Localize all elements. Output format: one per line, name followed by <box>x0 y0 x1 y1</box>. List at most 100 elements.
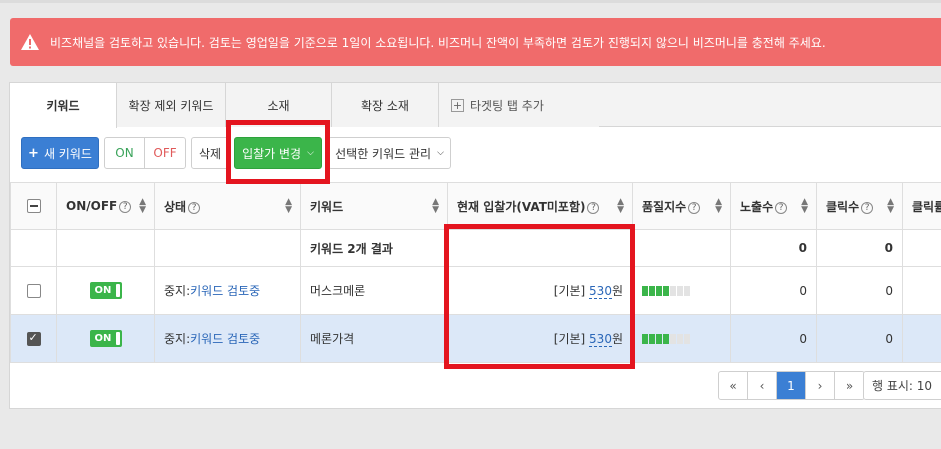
quality-segment <box>663 334 669 344</box>
sort-icon[interactable]: ▲ ▼ <box>887 198 894 215</box>
col-onoff[interactable]: ON/OFF? ▲ ▼ <box>56 182 155 230</box>
tab-keyword[interactable]: 키워드 <box>10 83 117 128</box>
prev-page-button[interactable]: ‹ <box>748 372 777 399</box>
rows-per-page-label: 행 표시: 10 <box>872 379 933 393</box>
review-alert-banner: 비즈채널을 검토하고 있습니다. 검토는 영업일을 기준으로 1일이 소요됩니다… <box>10 18 941 66</box>
new-keyword-button[interactable]: + 새 키워드 <box>21 137 99 169</box>
tab-extension-creative[interactable]: 확장 소재 <box>332 83 439 127</box>
help-icon[interactable]: ? <box>188 201 201 214</box>
current-page-button[interactable]: 1 <box>777 372 806 399</box>
first-page-button[interactable]: « <box>719 372 748 399</box>
quality-segment <box>656 286 662 296</box>
help-icon[interactable]: ? <box>119 201 132 213</box>
col-keyword[interactable]: 키워드 ▲ ▼ <box>300 182 448 230</box>
summary-empty-cell <box>632 229 731 267</box>
quality-segment <box>642 334 648 344</box>
status-prefix: 중지: <box>164 332 191 346</box>
summary-empty-cell <box>902 229 941 267</box>
last-page-button[interactable]: » <box>835 372 864 399</box>
col-quality-label: 품질지수 <box>642 199 687 214</box>
quality-segment <box>677 334 683 344</box>
manage-selected-label: 선택한 키워드 관리 <box>335 146 432 161</box>
col-bid[interactable]: 현재 입찰가(VAT미포함)? ▲ ▼ <box>447 182 633 230</box>
add-targeting-tab-label: 타겟팅 탭 추가 <box>470 98 544 113</box>
quality-segment <box>684 286 690 296</box>
status-link[interactable]: 키워드 검토중 <box>190 332 260 346</box>
select-all-checkbox[interactable] <box>26 199 41 214</box>
row-select-cell <box>10 266 57 315</box>
row-quality <box>632 266 731 315</box>
row-ctr <box>902 266 941 315</box>
toolbar: + 새 키워드 ON OFF 삭제 입찰가 변경 ⌵ 선택한 키워드 관리 ⌵ <box>10 127 941 182</box>
summary-empty-cell <box>10 229 57 267</box>
quality-segment <box>670 286 676 296</box>
row-quality <box>632 314 731 363</box>
quality-bar <box>642 334 690 344</box>
row-checkbox[interactable] <box>26 283 41 298</box>
delete-button[interactable]: 삭제 <box>191 137 229 169</box>
row-clicks: 0 <box>816 266 903 315</box>
col-status-label: 상태 <box>164 199 187 214</box>
tab-excluded-keyword[interactable]: 확장 제외 키워드 <box>117 83 226 127</box>
off-button[interactable]: OFF <box>145 138 185 168</box>
select-all-header <box>10 182 57 230</box>
help-icon[interactable]: ? <box>688 201 701 214</box>
col-impressions-label: 노출수 <box>740 199 774 214</box>
sort-icon[interactable]: ▲ ▼ <box>801 198 808 215</box>
col-quality[interactable]: 품질지수? ▲ ▼ <box>632 182 731 230</box>
plus-box-icon: + <box>451 98 464 112</box>
tab-extension-creative-label: 확장 소재 <box>361 98 409 113</box>
col-bid-label: 현재 입찰가(VAT미포함) <box>457 199 586 214</box>
row-impressions: 0 <box>730 266 817 315</box>
tab-keyword-label: 키워드 <box>46 99 80 113</box>
bid-change-highlight-box <box>226 120 330 184</box>
col-clicks[interactable]: 클릭수? ▲ ▼ <box>816 182 903 230</box>
alert-message: 비즈채널을 검토하고 있습니다. 검토는 영업일을 기준으로 1일이 소요됩니다… <box>50 35 826 50</box>
sort-icon[interactable]: ▲ ▼ <box>285 198 292 215</box>
col-ctr[interactable]: 클릭률 <box>902 182 941 230</box>
summary-empty-cell <box>56 229 155 267</box>
sort-icon[interactable]: ▲ ▼ <box>139 198 146 215</box>
col-impressions[interactable]: 노출수? ▲ ▼ <box>730 182 817 230</box>
quality-segment <box>649 334 655 344</box>
delete-label: 삭제 <box>198 146 222 161</box>
sort-icon[interactable]: ▲ ▼ <box>617 198 624 215</box>
manage-selected-dropdown[interactable]: 선택한 키워드 관리 ⌵ <box>328 137 451 169</box>
quality-segment <box>677 286 683 296</box>
row-keyword: 메론가격 <box>300 314 448 363</box>
row-status: 중지:키워드 검토중 <box>154 266 301 315</box>
quality-segment <box>642 286 648 296</box>
quality-segment <box>649 286 655 296</box>
chevron-down-icon: ⌵ <box>437 148 444 158</box>
row-clicks: 0 <box>816 314 903 363</box>
help-icon[interactable]: ? <box>861 201 874 214</box>
help-icon[interactable]: ? <box>775 201 788 214</box>
rows-per-page-select[interactable]: 행 표시: 10 <box>863 371 941 400</box>
on-off-switch[interactable]: ON <box>89 330 122 347</box>
summary-clicks: 0 <box>816 229 903 267</box>
tab-creative-label: 소재 <box>267 98 290 113</box>
on-off-switch[interactable]: ON <box>89 282 122 299</box>
row-select-cell <box>10 314 57 363</box>
on-button[interactable]: ON <box>105 138 145 168</box>
summary-label: 키워드 2개 결과 <box>300 229 448 267</box>
quality-segment <box>684 334 690 344</box>
quality-segment <box>663 286 669 296</box>
row-ctr <box>902 314 941 363</box>
status-link[interactable]: 키워드 검토중 <box>190 284 260 298</box>
row-checkbox[interactable] <box>26 331 41 346</box>
tab-bar: 키워드 확장 제외 키워드 소재 확장 소재 + 타겟팅 탭 추가 <box>10 83 941 128</box>
row-impressions: 0 <box>730 314 817 363</box>
col-status[interactable]: 상태? ▲ ▼ <box>154 182 301 230</box>
sort-icon[interactable]: ▲ ▼ <box>715 198 722 215</box>
tab-excluded-keyword-label: 확장 제외 키워드 <box>128 98 214 113</box>
next-page-button[interactable]: › <box>806 372 835 399</box>
new-keyword-label: 새 키워드 <box>43 146 92 161</box>
col-onoff-label: ON/OFF <box>66 199 118 213</box>
table-header-row: ON/OFF? ▲ ▼ 상태? ▲ ▼ 키워드 ▲ ▼ 현재 입찰가(VAT미포함)? ▲ ▼ … <box>10 182 941 230</box>
sort-icon[interactable]: ▲ ▼ <box>432 198 439 215</box>
add-targeting-tab[interactable]: + 타겟팅 탭 추가 <box>439 83 599 127</box>
plus-icon: + <box>28 145 39 161</box>
quality-segment <box>670 334 676 344</box>
help-icon[interactable]: ? <box>587 201 600 214</box>
